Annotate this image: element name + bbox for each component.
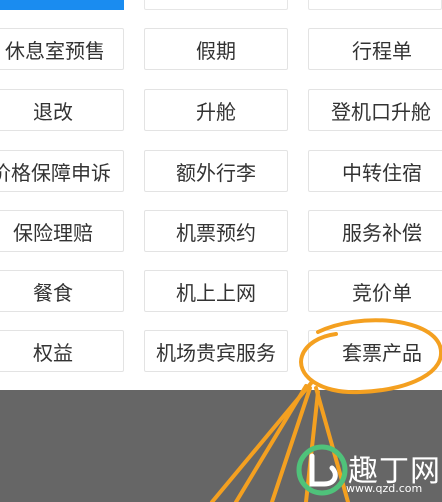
- service-button-transit-hotel[interactable]: 中转住宿: [308, 150, 442, 192]
- service-button-inflight-wifi[interactable]: 机上上网: [144, 270, 288, 312]
- watermark-url: www.qzd.com: [346, 482, 423, 495]
- service-button-itinerary[interactable]: 行程单: [308, 28, 442, 70]
- service-button-insurance-claim[interactable]: 保险理赔: [0, 210, 124, 252]
- service-button-vip-service[interactable]: 机场贵宾服务: [144, 330, 288, 372]
- service-button-gate-upgrade[interactable]: 登机口升舱: [308, 89, 442, 131]
- service-button-lounge-presale[interactable]: 休息室预售: [0, 28, 124, 70]
- service-button-bid-upgrade[interactable]: 竞价单: [308, 270, 442, 312]
- service-button-ticket-booking[interactable]: 机票预约: [144, 210, 288, 252]
- service-grid: 休息室预售 假期 行程单 退改 升舱 登机口升舱 价格保障申诉 额外行李 中转住…: [0, 0, 442, 390]
- service-button-meals[interactable]: 餐食: [0, 270, 124, 312]
- watermark: 趣丁网 www.qzd.com: [296, 444, 440, 498]
- service-button-compensation[interactable]: 服务补偿: [308, 210, 442, 252]
- service-button-holiday[interactable]: 假期: [144, 28, 288, 70]
- service-button-upgrade[interactable]: 升舱: [144, 89, 288, 131]
- service-button-benefits[interactable]: 权益: [0, 330, 124, 372]
- service-button-refund-change[interactable]: 退改: [0, 89, 124, 131]
- service-button-price-guarantee[interactable]: 价格保障申诉: [0, 150, 124, 192]
- watermark-logo-icon: [296, 444, 348, 496]
- service-button-extra-baggage[interactable]: 额外行李: [144, 150, 288, 192]
- service-button-package-products[interactable]: 套票产品: [308, 330, 442, 372]
